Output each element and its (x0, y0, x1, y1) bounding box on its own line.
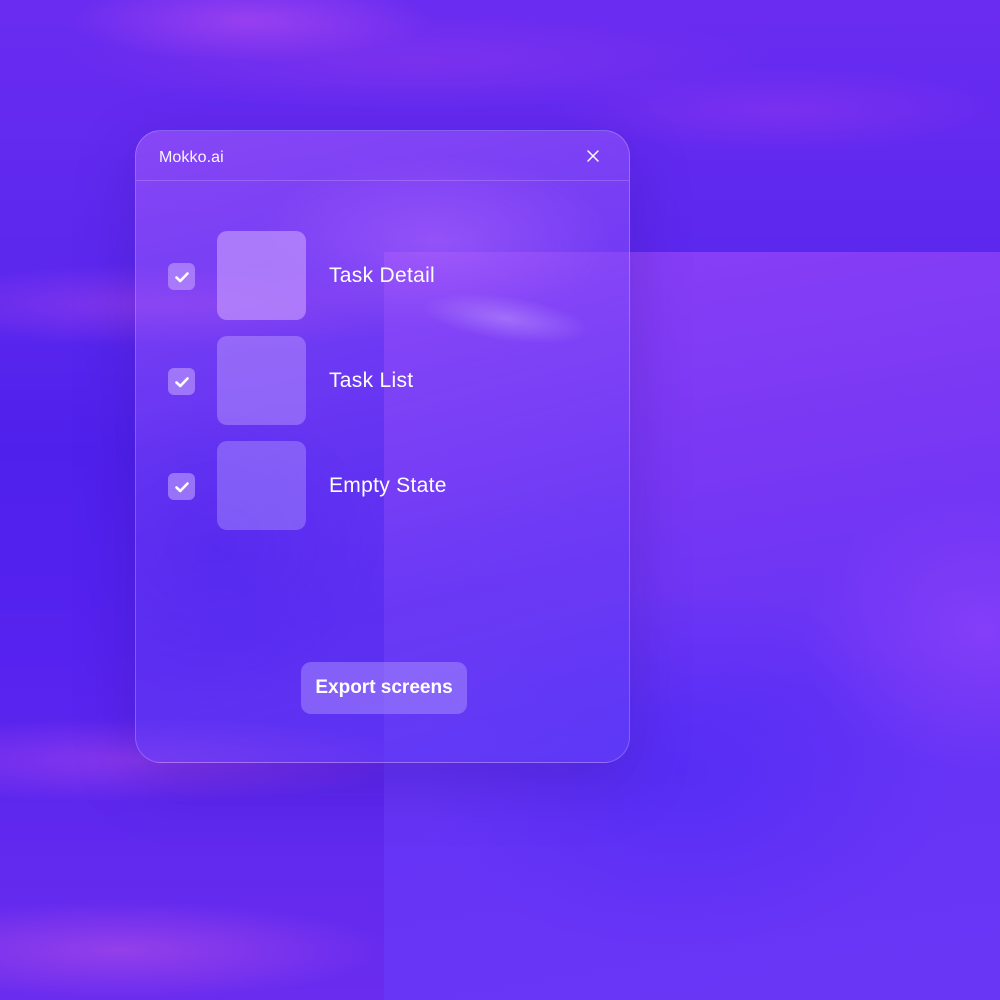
screen-item-task-list: Task List (136, 336, 629, 426)
dialog-titlebar: Mokko.ai (136, 131, 629, 181)
app-title: Mokko.ai (159, 149, 224, 166)
screen-label: Task List (329, 369, 414, 392)
screen-checkbox[interactable] (168, 263, 195, 290)
screen-label: Empty State (329, 474, 447, 497)
screen-thumbnail (217, 231, 306, 320)
screen-thumbnail (217, 441, 306, 530)
screen-item-empty-state: Empty State (136, 441, 629, 531)
check-icon (174, 271, 189, 282)
screen-label: Task Detail (329, 264, 436, 287)
screen-checkbox[interactable] (168, 368, 195, 395)
close-button[interactable] (585, 148, 601, 164)
close-icon (587, 150, 599, 162)
screen-checkbox[interactable] (168, 473, 195, 500)
export-screens-button[interactable]: Export screens (301, 662, 467, 714)
screen-item-task-detail: Task Detail (136, 231, 629, 321)
check-icon (174, 481, 189, 492)
check-icon (174, 376, 189, 387)
export-dialog: Mokko.ai Task Detail Task List Empty Sta… (135, 130, 630, 763)
screen-thumbnail (217, 336, 306, 425)
